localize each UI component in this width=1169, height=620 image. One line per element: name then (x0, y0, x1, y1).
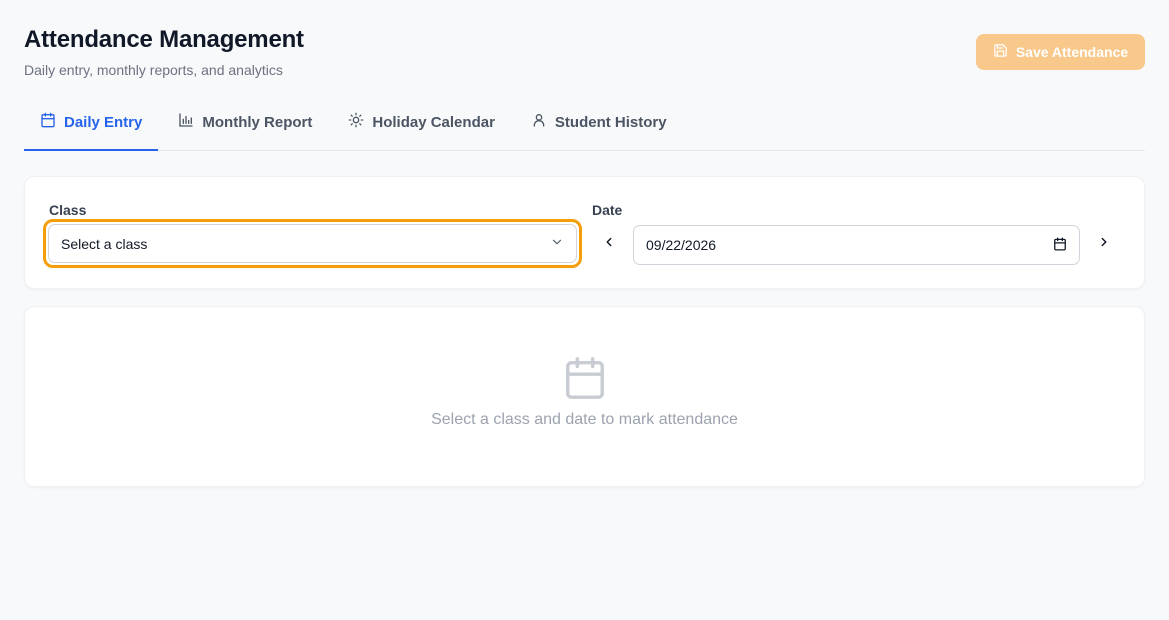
tab-label: Student History (554, 113, 667, 131)
previous-day-button[interactable] (597, 232, 621, 256)
tab-monthly-report[interactable]: Monthly Report (162, 94, 328, 150)
attendance-page: Attendance Management Daily entry, month… (0, 0, 1169, 620)
class-select-focus-ring: Select a class (43, 219, 582, 268)
class-select-value: Select a class (61, 235, 148, 252)
date-input[interactable]: 09/22/2026 (633, 225, 1080, 265)
filters-card: Class Select a class Date 09/22/2026 (24, 176, 1145, 289)
date-label: Date (592, 202, 623, 218)
sun-icon (348, 112, 364, 132)
empty-state-message: Select a class and date to mark attendan… (431, 411, 738, 428)
calendar-icon (40, 112, 56, 132)
calendar-picker-icon[interactable] (1053, 237, 1067, 254)
tab-student-history[interactable]: Student History (515, 94, 683, 150)
page-subtitle: Daily entry, monthly reports, and analyt… (24, 62, 283, 78)
tab-bar: Daily Entry Monthly Report Holiday Calen… (24, 95, 1145, 151)
save-icon (993, 43, 1008, 61)
save-attendance-button[interactable]: Save Attendance (976, 34, 1145, 70)
tab-label: Holiday Calendar (372, 113, 495, 131)
tab-daily-entry[interactable]: Daily Entry (24, 94, 159, 151)
bar-chart-icon (178, 112, 194, 132)
tab-holiday-calendar[interactable]: Holiday Calendar (332, 94, 511, 150)
save-attendance-label: Save Attendance (1015, 44, 1129, 60)
page-title: Attendance Management (24, 26, 304, 53)
page-header: Attendance Management Daily entry, month… (24, 0, 1145, 95)
empty-state-card: Select a class and date to mark attendan… (24, 306, 1145, 487)
class-label: Class (49, 202, 87, 218)
chevron-down-icon (550, 235, 564, 252)
date-value: 09/22/2026 (646, 237, 717, 253)
chevron-right-icon (1097, 235, 1111, 254)
tab-label: Monthly Report (202, 113, 313, 131)
next-day-button[interactable] (1092, 232, 1116, 256)
user-icon (531, 112, 547, 132)
class-select[interactable]: Select a class (48, 224, 577, 263)
calendar-icon (562, 355, 608, 401)
chevron-left-icon (602, 235, 616, 254)
tab-label: Daily Entry (64, 113, 143, 131)
